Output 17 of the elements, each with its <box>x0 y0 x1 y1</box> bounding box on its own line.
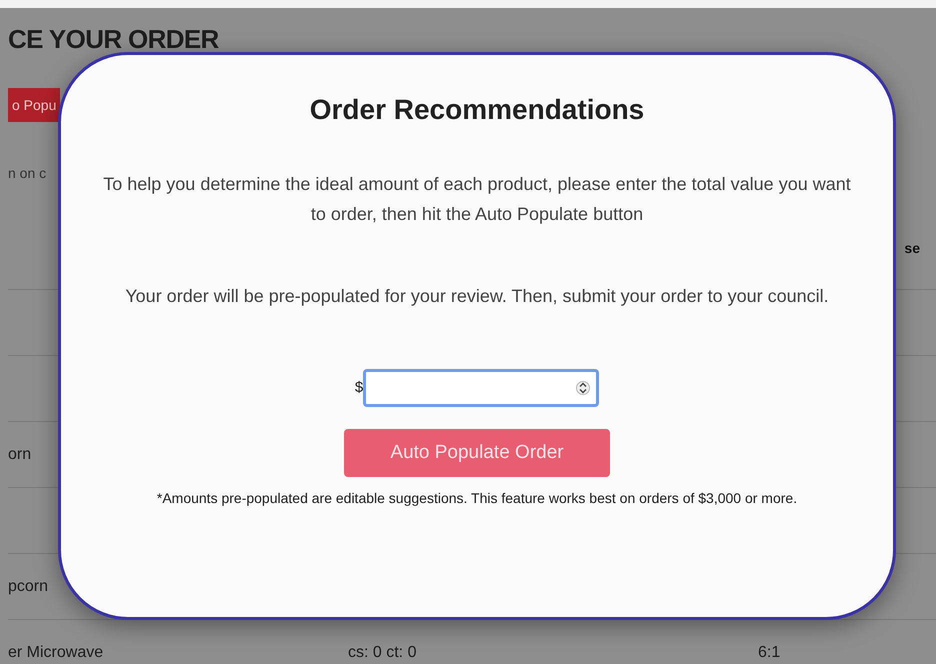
table-cell: er Microwave <box>8 644 104 660</box>
spinner-icon <box>576 378 590 398</box>
auto-populate-button[interactable]: o Popu <box>8 88 60 122</box>
table-cell: pcorn <box>8 578 48 594</box>
table-cell: orn <box>8 446 32 462</box>
footnote: *Amounts pre-populated are editable suggestions. This feature works best on orders of $3,000 or more. <box>156 489 798 508</box>
table-cell: 6:1 <box>758 644 780 660</box>
modal-title: Order Recommendations <box>310 93 644 127</box>
table-cell: cs: 0 ct: 0 <box>348 644 416 660</box>
auto-populate-order-button[interactable]: Auto Populate Order <box>344 429 610 477</box>
currency-symbol: $ <box>354 378 364 398</box>
instruction-text: n on c <box>8 164 46 182</box>
column-header: se <box>904 239 920 258</box>
amount-field[interactable] <box>363 369 600 407</box>
modal-paragraph: To help you determine the ideal amount of each product, please enter the total value you want to order, then hit the Auto Populate button <box>102 173 852 226</box>
page-title: CE YOUR ORDER <box>8 23 219 56</box>
modal-paragraph: Your order will be pre-populated for your review. Then, submit your order to your council. <box>125 285 829 308</box>
